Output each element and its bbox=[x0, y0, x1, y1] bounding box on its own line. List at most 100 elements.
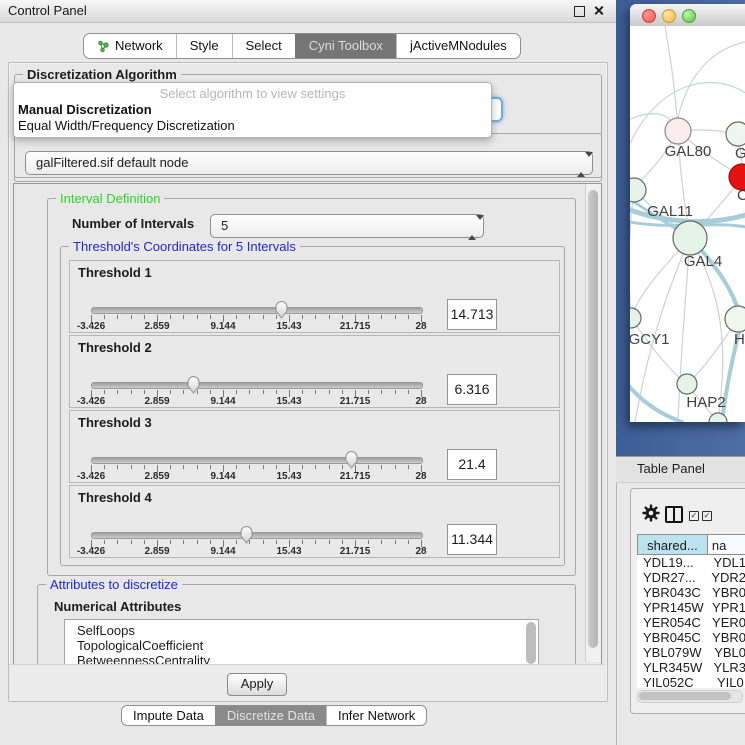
network-node[interactable] bbox=[726, 122, 745, 146]
table-row[interactable]: YLR345WYLR3 bbox=[637, 660, 745, 675]
table-row[interactable]: YIL052CYIL0 bbox=[637, 675, 745, 688]
tick-mark bbox=[170, 390, 171, 394]
tab-select[interactable]: Select bbox=[232, 34, 295, 58]
tick-mark bbox=[249, 465, 250, 469]
panel-scrollbar-thumb[interactable] bbox=[588, 190, 598, 648]
cell-name: YDL1 bbox=[709, 555, 745, 570]
tick-mark bbox=[368, 540, 369, 544]
attributes-title: Attributes to discretize bbox=[46, 577, 182, 592]
threshold-label: Threshold 4 bbox=[78, 490, 152, 505]
network-highlight-edge bbox=[630, 381, 682, 422]
tick-label: 9.144 bbox=[210, 396, 235, 407]
threshold-slider-track[interactable] bbox=[91, 457, 423, 464]
threshold-slider-thumb[interactable] bbox=[187, 374, 200, 394]
table-row[interactable]: YER054CYER0 bbox=[637, 615, 745, 630]
tab-label: Infer Network bbox=[338, 708, 415, 723]
checkbox-icon[interactable]: ✓ bbox=[689, 511, 699, 521]
table-hscroll-thumb[interactable] bbox=[639, 692, 731, 700]
number-of-intervals-label: Number of Intervals bbox=[72, 216, 194, 231]
threshold-value-field[interactable]: 6.316 bbox=[447, 374, 497, 405]
network-node[interactable] bbox=[725, 306, 745, 332]
tick-label: -3.426 bbox=[77, 396, 105, 407]
number-of-intervals-combobox[interactable]: 5 bbox=[210, 214, 484, 238]
column-header-shared[interactable]: shared... bbox=[637, 534, 708, 555]
network-node[interactable] bbox=[665, 118, 691, 144]
mac-close-icon[interactable] bbox=[642, 9, 656, 23]
tick-mark bbox=[368, 315, 369, 319]
attribute-list-item[interactable]: TopologicalCoefficient bbox=[65, 638, 538, 653]
numerical-attributes-list: SelfLoopsTopologicalCoefficientBetweenne… bbox=[64, 619, 539, 665]
tick-label: 15.43 bbox=[276, 471, 301, 482]
gear-icon[interactable] bbox=[642, 504, 660, 522]
mac-minimize-icon[interactable] bbox=[662, 9, 676, 23]
apply-button[interactable]: Apply bbox=[227, 673, 287, 696]
table-row[interactable]: YBR045CYBR0 bbox=[637, 630, 745, 645]
tick-label: 21.715 bbox=[340, 396, 371, 407]
threshold-slider-thumb[interactable] bbox=[275, 299, 288, 319]
cell-shared-name: YDR27... bbox=[637, 570, 707, 585]
panel-scrollbar[interactable] bbox=[585, 184, 601, 662]
tick-mark bbox=[395, 540, 396, 544]
network-node[interactable] bbox=[677, 374, 697, 394]
tick-mark bbox=[249, 315, 250, 319]
tab-label: Discretize Data bbox=[227, 708, 315, 723]
attribute-list-item[interactable]: SelfLoops bbox=[65, 623, 538, 638]
table-data-combobox[interactable]: galFiltered.sif default node bbox=[25, 151, 593, 175]
network-canvas[interactable]: GAL80GACGAL11GAL4GCY1HHAP2 bbox=[630, 26, 745, 422]
tick-label: 15.43 bbox=[276, 396, 301, 407]
checkbox-icon[interactable]: ✓ bbox=[702, 511, 712, 521]
threshold-panel: Threshold 2-3.4262.8599.14415.4321.71528… bbox=[69, 335, 560, 408]
network-node[interactable] bbox=[630, 308, 641, 328]
algorithm-hint: Select algorithm to view settings bbox=[14, 86, 491, 101]
mac-zoom-icon[interactable] bbox=[682, 9, 696, 23]
tab-style[interactable]: Style bbox=[176, 34, 232, 58]
list-scrollbar[interactable] bbox=[526, 622, 536, 664]
popup-item-manual-discretization[interactable]: Manual Discretization bbox=[18, 102, 152, 117]
tick-mark bbox=[197, 540, 198, 544]
table-panel-title: Table Panel bbox=[637, 461, 705, 476]
table-row[interactable]: YPR145WYPR1 bbox=[637, 600, 745, 615]
tick-mark bbox=[381, 390, 382, 394]
bottom-tab-bar: Impute Data Discretize Data Infer Network bbox=[121, 705, 427, 726]
tick-mark bbox=[263, 540, 264, 544]
bottom-tab-infer-network[interactable]: Infer Network bbox=[326, 706, 426, 725]
bottom-tab-impute-data[interactable]: Impute Data bbox=[122, 706, 215, 725]
threshold-slider-track[interactable] bbox=[91, 307, 423, 314]
table-row[interactable]: YBR043CYBR0 bbox=[637, 585, 745, 600]
network-node[interactable] bbox=[673, 221, 707, 255]
threshold-value-field[interactable]: 14.713 bbox=[447, 299, 497, 330]
table-horizontal-scrollbar[interactable] bbox=[637, 690, 743, 703]
cell-name: YER0 bbox=[708, 615, 745, 630]
tick-mark bbox=[104, 540, 105, 544]
column-split-icon[interactable] bbox=[665, 506, 683, 523]
tick-mark bbox=[276, 390, 277, 394]
threshold-value-field[interactable]: 11.344 bbox=[447, 524, 497, 555]
tab-network[interactable]: Network bbox=[84, 34, 176, 58]
column-header-name[interactable]: na bbox=[708, 534, 745, 555]
tick-mark bbox=[395, 315, 396, 319]
tick-label: 21.715 bbox=[340, 471, 371, 482]
cell-name: YBL0 bbox=[710, 645, 745, 660]
float-window-icon[interactable] bbox=[574, 6, 585, 17]
threshold-slider-thumb[interactable] bbox=[240, 524, 253, 544]
threshold-slider-track[interactable] bbox=[91, 532, 423, 539]
network-node-label: H bbox=[734, 331, 745, 348]
tick-mark bbox=[395, 390, 396, 394]
tab-jactivemnodules[interactable]: jActiveMNodules bbox=[396, 34, 520, 58]
cell-shared-name: YBR045C bbox=[637, 630, 708, 645]
tab-cyni-toolbox[interactable]: Cyni Toolbox bbox=[295, 34, 396, 58]
table-row[interactable]: YDL19...YDL1 bbox=[637, 555, 745, 570]
threshold-slider-track[interactable] bbox=[91, 382, 423, 389]
table-row[interactable]: YBL079WYBL0 bbox=[637, 645, 745, 660]
close-icon[interactable] bbox=[593, 5, 604, 16]
popup-item-equal-width-frequency[interactable]: Equal Width/Frequency Discretization bbox=[18, 118, 235, 133]
bottom-tab-discretize-data[interactable]: Discretize Data bbox=[215, 706, 326, 725]
threshold-value-field[interactable]: 21.4 bbox=[447, 449, 497, 480]
tick-mark bbox=[408, 315, 409, 319]
tick-mark bbox=[408, 540, 409, 544]
table-row[interactable]: YDR27...YDR2 bbox=[637, 570, 745, 585]
tick-mark bbox=[395, 465, 396, 469]
table-panel: ✓ ✓ shared... na YDL19...YDL1YDR27...YDR… bbox=[630, 488, 745, 714]
threshold-slider-thumb[interactable] bbox=[345, 449, 358, 469]
tick-mark bbox=[302, 465, 303, 469]
